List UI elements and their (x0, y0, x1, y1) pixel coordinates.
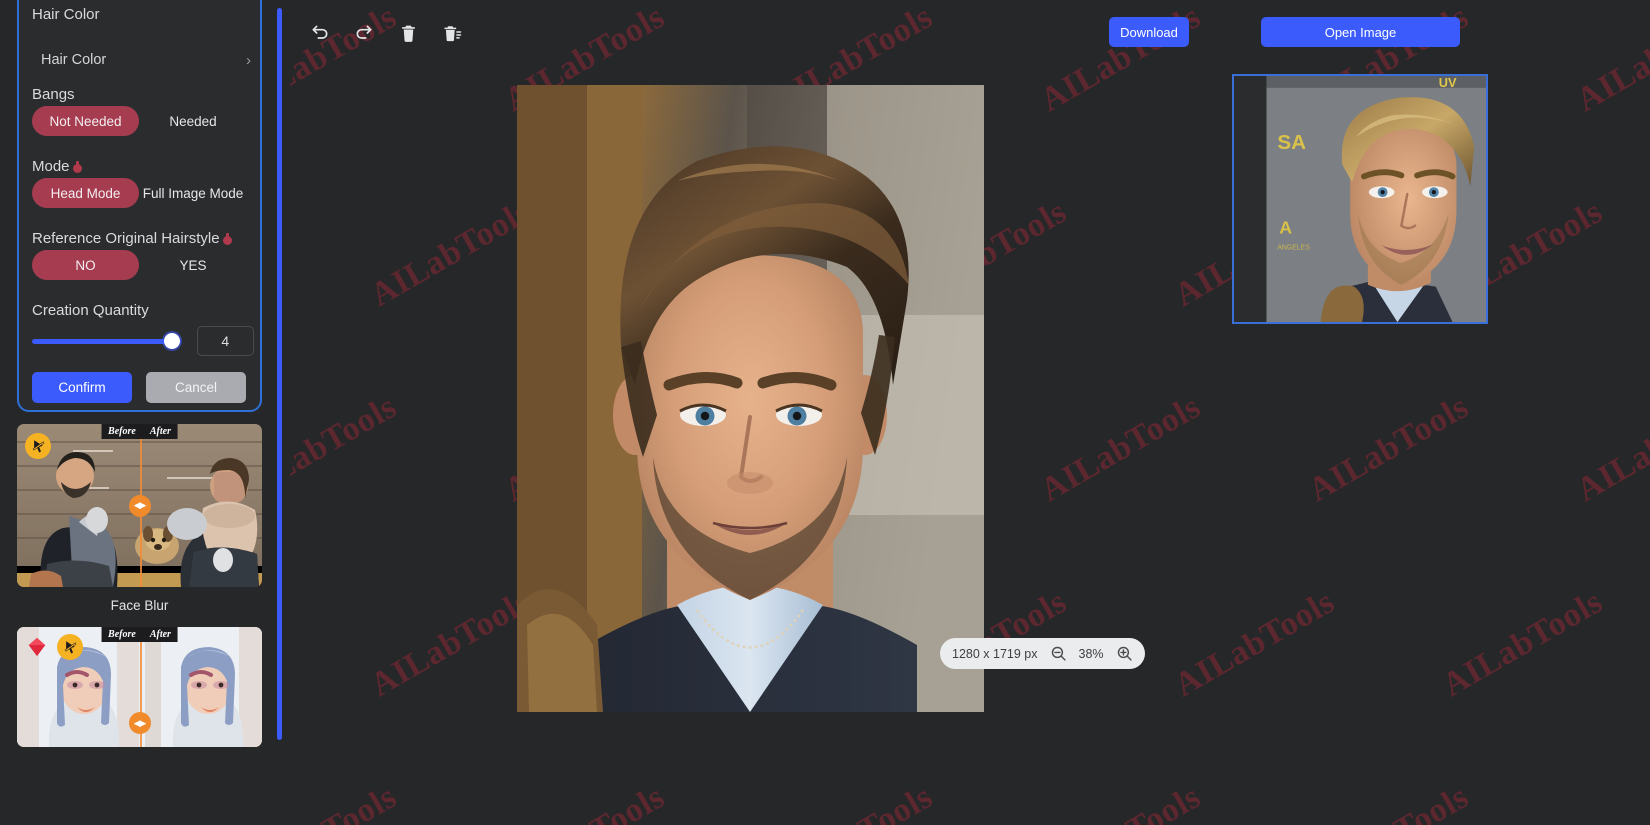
panel-section-title: Hair Color (32, 6, 100, 23)
slider-thumb[interactable] (163, 333, 180, 349)
reference-option-yes[interactable]: YES (139, 250, 247, 280)
bangs-option-needed[interactable]: Needed (139, 106, 247, 136)
bangs-option-not-needed[interactable]: Not Needed (32, 106, 139, 136)
watermark-text: AILabTools (1034, 778, 1207, 825)
source-portrait-image: UV SA A ANGELES (1234, 76, 1486, 322)
list-item[interactable]: ◀▶ Before After Face Blur (17, 424, 262, 627)
zoom-level-label: 38% (1078, 646, 1104, 661)
watermark-text: AILabTools (1168, 583, 1341, 704)
sidebar-scrollbar-thumb[interactable] (277, 8, 282, 740)
creation-quantity-slider[interactable] (32, 333, 181, 349)
card-label: Face Blur (110, 598, 169, 613)
editor-toolbar (305, 18, 467, 48)
chevron-right-icon: › (246, 51, 251, 69)
confirm-button[interactable]: Confirm (32, 372, 132, 403)
before-after-handle[interactable]: ◀▶ (128, 712, 151, 734)
bangs-label-text: Bangs (32, 86, 75, 103)
mode-options: Head Mode Full Image Mode (32, 178, 247, 208)
list-item[interactable]: ◀▶ Before After (17, 627, 262, 747)
zoom-in-icon[interactable] (1116, 645, 1133, 662)
panel-actions: Confirm Cancel (32, 372, 252, 403)
watermark-text: AILabTools (364, 583, 537, 704)
before-after-handle[interactable]: ◀▶ (128, 494, 151, 517)
reference-hairstyle-options: NO YES (32, 250, 247, 280)
download-button[interactable]: Download (1109, 17, 1189, 47)
face-blur-preview[interactable]: ◀▶ Before After (17, 424, 262, 587)
watermark-text: AILabTools (1570, 388, 1650, 509)
left-sidebar: Hair Color Hair Color › Bangs Not Needed… (0, 0, 290, 825)
watermark-text: AILabTools (498, 778, 671, 825)
reference-hairstyle-label: Reference Original Hairstyle (32, 230, 232, 247)
zoom-out-icon[interactable] (1050, 645, 1067, 662)
mode-label: Mode (32, 158, 82, 175)
reference-option-no[interactable]: NO (32, 250, 139, 280)
svg-text:ANGELES: ANGELES (1277, 244, 1310, 251)
watermark-text: AILabTools (364, 193, 537, 314)
canvas-image[interactable] (517, 85, 984, 712)
watermark-text: AILabTools (1436, 583, 1609, 704)
cancel-button[interactable]: Cancel (146, 372, 246, 403)
hair-color-label: Hair Color (41, 52, 107, 68)
reference-hairstyle-label-text: Reference Original Hairstyle (32, 230, 220, 247)
watermark-text: AILabTools (1034, 388, 1207, 509)
bangs-options: Not Needed Needed (32, 106, 247, 136)
hair-color-row[interactable]: Hair Color › (41, 48, 251, 72)
delete-all-icon[interactable] (437, 18, 467, 48)
svg-text:A: A (1279, 218, 1292, 238)
svg-text:SA: SA (1277, 131, 1306, 154)
watermark-text: AILabTools (1570, 0, 1650, 119)
svg-text:UV: UV (1439, 76, 1457, 90)
cursor-badge-icon (25, 433, 51, 459)
effect-preview[interactable]: ◀▶ Before After (17, 627, 262, 747)
before-after-tag: Before After (101, 424, 178, 439)
effect-card-list: ◀▶ Before After Face Blur ◀▶ Before Afte… (17, 424, 262, 747)
image-dimensions-label: 1280 x 1719 px (952, 646, 1038, 661)
source-image-preview[interactable]: UV SA A ANGELES (1232, 74, 1488, 324)
watermark-text: AILabTools (1302, 778, 1475, 825)
after-label: After (149, 629, 171, 640)
diamond-badge-icon (26, 636, 48, 658)
zoom-hud: 1280 x 1719 px 38% (940, 638, 1145, 669)
mode-option-head[interactable]: Head Mode (32, 178, 139, 208)
delete-icon[interactable] (393, 18, 423, 48)
edited-portrait-image (517, 85, 984, 712)
undo-icon[interactable] (305, 18, 335, 48)
watermark-text: AILabTools (766, 778, 939, 825)
watermark-text: AILabTools (1570, 778, 1650, 825)
creation-quantity-value[interactable]: 4 (196, 326, 254, 356)
before-after-tag: Before After (101, 627, 178, 642)
mode-label-text: Mode (32, 158, 70, 175)
redo-icon[interactable] (349, 18, 379, 48)
bangs-label: Bangs (32, 86, 75, 103)
creation-quantity-label-text: Creation Quantity (32, 302, 149, 319)
reference-hairstyle-info-icon[interactable] (222, 233, 232, 245)
mode-option-full-image[interactable]: Full Image Mode (139, 178, 247, 208)
before-label: Before (108, 629, 136, 640)
mode-info-icon[interactable] (72, 161, 82, 173)
before-label: Before (108, 426, 136, 437)
creation-quantity-label: Creation Quantity (32, 302, 149, 319)
app-root: AILabTools AILabTools AILabTools AILabTools… (0, 0, 1650, 825)
after-label: After (149, 426, 171, 437)
cursor-badge-icon (57, 634, 83, 660)
open-image-button[interactable]: Open Image (1261, 17, 1460, 47)
hairstyle-options-panel: Hair Color Hair Color › Bangs Not Needed… (17, 0, 262, 412)
creation-quantity-slider-row: 4 (32, 326, 254, 356)
watermark-text: AILabTools (1302, 388, 1475, 509)
